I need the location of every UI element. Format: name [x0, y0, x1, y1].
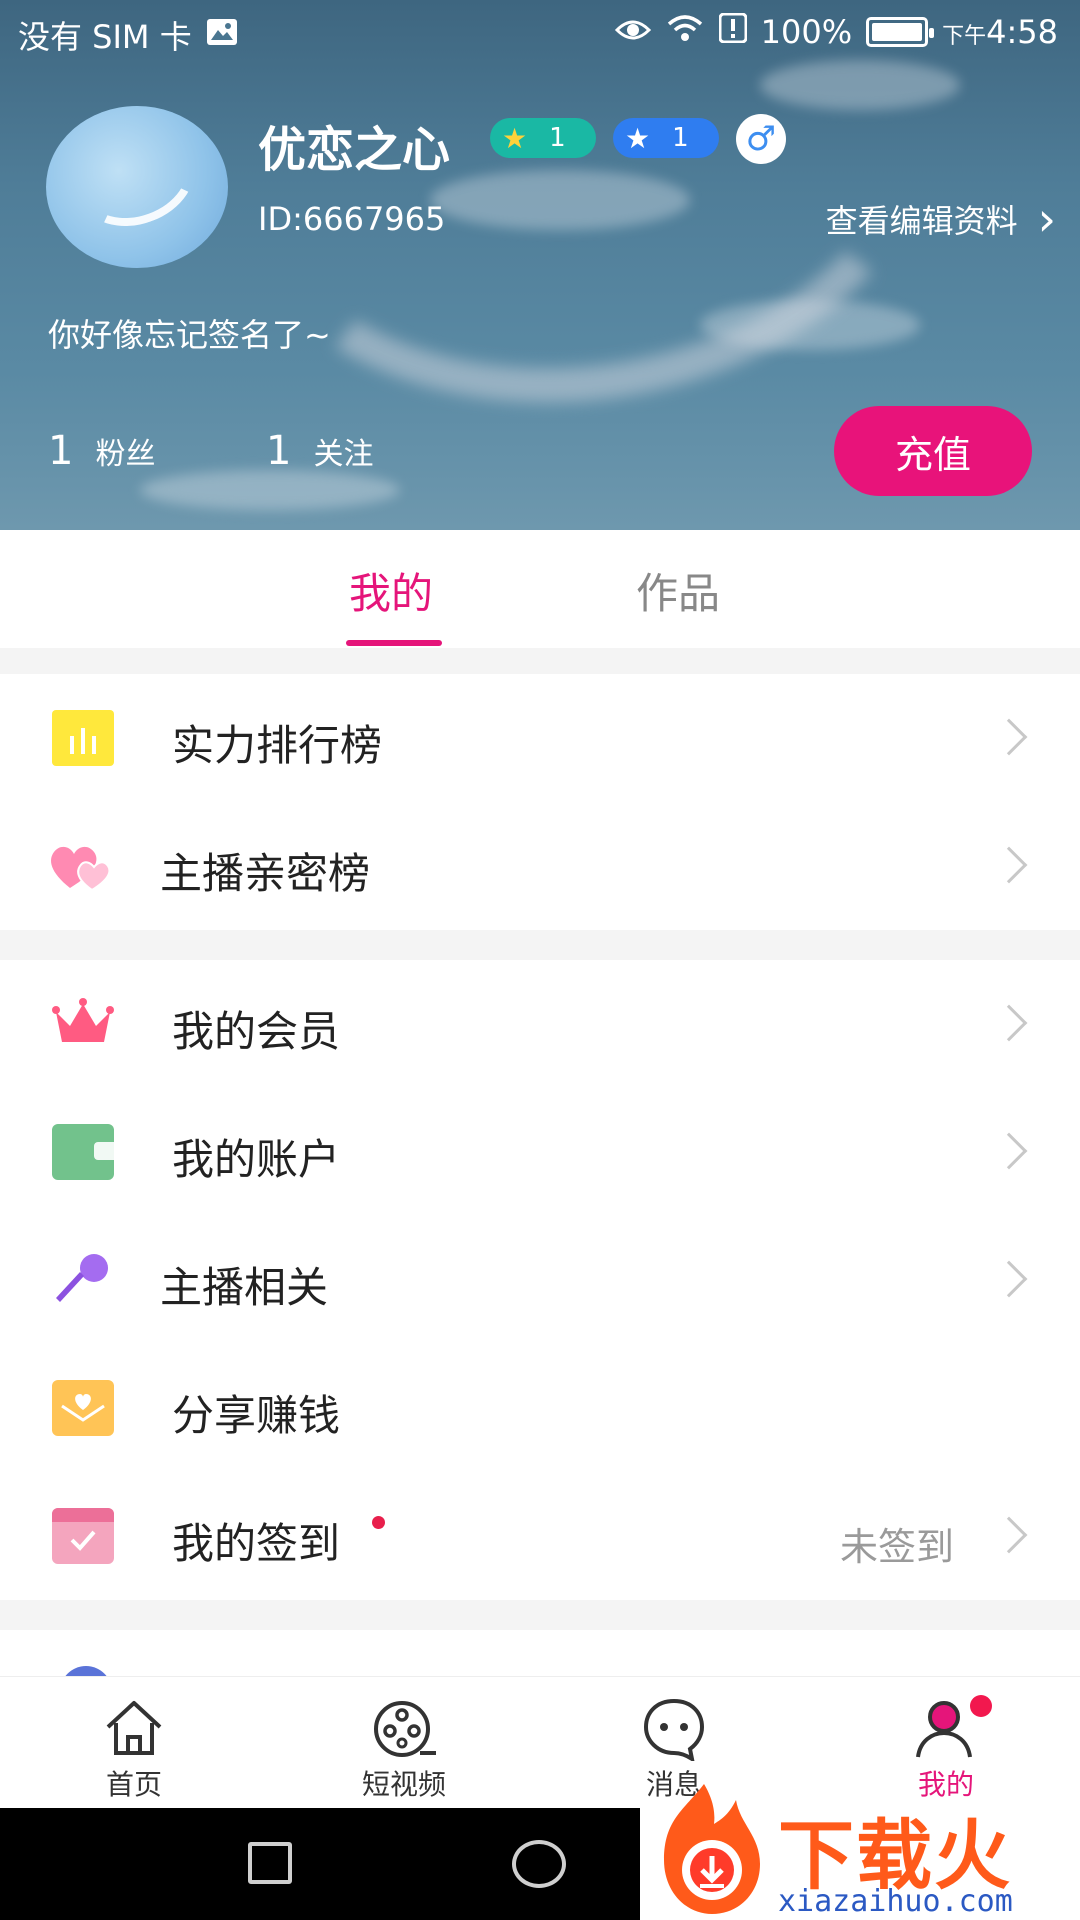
- list-item-label: 分享赚钱: [172, 1391, 341, 1440]
- help-icon: [60, 1666, 112, 1676]
- list-item-partial[interactable]: [0, 1630, 1080, 1676]
- nav-short-video-label: 短视频: [361, 1768, 446, 1801]
- nav-home[interactable]: 首页: [54, 1695, 214, 1803]
- profile-header: 没有 SIM 卡 100% 下午4:58 优恋之心 ★ 1 ★ 1 ♂ ID:6…: [0, 0, 1080, 530]
- fans-stat[interactable]: 1 粉丝: [48, 428, 155, 474]
- section-divider: [0, 1600, 1080, 1630]
- recents-button[interactable]: [248, 1842, 292, 1884]
- star-crown-icon: ★: [502, 121, 528, 155]
- home-icon: [106, 1701, 162, 1755]
- notification-dot: [970, 1695, 992, 1717]
- level-badge[interactable]: ★ 1: [490, 118, 596, 158]
- follow-stat[interactable]: 1 关注: [266, 428, 373, 474]
- list-item-label: 实力排行榜: [172, 721, 383, 770]
- tab-works[interactable]: 作品: [636, 560, 720, 621]
- list-item-my-membership[interactable]: 我的会员: [0, 960, 1080, 1088]
- list-item-label: 我的账户: [172, 1135, 341, 1184]
- status-bar: 没有 SIM 卡 100% 下午4:58: [0, 0, 1080, 64]
- list-item-label: 主播相关: [160, 1263, 329, 1312]
- list-item-power-ranking[interactable]: 实力排行榜: [0, 674, 1080, 802]
- edit-profile-link[interactable]: 查看编辑资料 ›: [826, 196, 1056, 242]
- level-badge-value: 1: [549, 123, 566, 153]
- bar-chart-icon: [52, 710, 114, 766]
- list-item-anchor-related[interactable]: 主播相关: [0, 1216, 1080, 1344]
- chat-bubble-icon: [643, 1698, 705, 1761]
- unread-dot: [372, 1516, 385, 1529]
- fans-count: 1: [48, 428, 74, 474]
- chevron-right-icon: [990, 846, 1028, 884]
- envelope-heart-icon: [52, 1380, 114, 1436]
- film-reel-icon: [374, 1701, 436, 1757]
- microphone-icon: [52, 1252, 114, 1308]
- chevron-right-icon: [990, 1004, 1028, 1042]
- section-divider: [0, 930, 1080, 960]
- list-item-my-checkin[interactable]: 我的签到 未签到: [0, 1472, 1080, 1600]
- clock-time: 4:58: [986, 13, 1058, 51]
- calendar-check-icon: [52, 1508, 114, 1564]
- fire-logo-icon: [664, 1784, 760, 1914]
- profile-tabs: 我的 作品: [0, 530, 1080, 648]
- crown-icon: [52, 996, 114, 1052]
- time-period: 下午: [942, 24, 987, 49]
- star-icon: ★: [625, 121, 651, 155]
- battery-icon: [866, 17, 935, 47]
- alert-icon: [718, 12, 748, 51]
- follow-count: 1: [266, 428, 292, 474]
- hearts-icon: [48, 838, 111, 894]
- nav-short-video[interactable]: 短视频: [324, 1695, 484, 1803]
- list-item-label: 主播亲密榜: [160, 849, 371, 898]
- edit-profile-label: 查看编辑资料: [825, 202, 1018, 240]
- list-item-intimacy-ranking[interactable]: 主播亲密榜: [0, 802, 1080, 930]
- active-tab-indicator: [346, 640, 442, 646]
- checkin-status: 未签到: [839, 1525, 954, 1569]
- chevron-right-icon: [990, 1132, 1028, 1170]
- chevron-right-icon: [990, 1260, 1028, 1298]
- wallet-icon: [52, 1124, 114, 1180]
- tab-mine[interactable]: 我的: [349, 560, 433, 621]
- chevron-right-icon: ›: [1037, 192, 1056, 246]
- list-item-my-account[interactable]: 我的账户: [0, 1088, 1080, 1216]
- wifi-icon: [665, 12, 705, 52]
- recharge-button[interactable]: 充值: [834, 406, 1032, 496]
- star-badge[interactable]: ★ 1: [613, 118, 719, 158]
- battery-percent: 100%: [760, 13, 853, 51]
- eye-icon: [614, 13, 651, 51]
- chevron-right-icon: [990, 1516, 1028, 1554]
- image-notification-icon: [206, 16, 238, 54]
- user-id: ID:6667965: [258, 200, 446, 238]
- nav-home-label: 首页: [105, 1768, 162, 1801]
- list-item-label: 我的会员: [172, 1007, 341, 1056]
- list-item-share-earn[interactable]: 分享赚钱: [0, 1344, 1080, 1472]
- signature-text[interactable]: 你好像忘记签名了~: [48, 310, 331, 356]
- watermark: 下载火 xiazaihuo.com: [638, 1780, 1080, 1920]
- home-button[interactable]: [512, 1840, 566, 1888]
- watermark-url: xiazaihuo.com: [778, 1884, 1013, 1919]
- avatar[interactable]: [46, 106, 228, 268]
- male-gender-icon: ♂: [736, 114, 786, 164]
- chevron-right-icon: [990, 718, 1028, 756]
- background-cloud: [140, 470, 400, 510]
- carrier-text: 没有 SIM 卡: [18, 18, 192, 56]
- follow-label: 关注: [313, 437, 374, 472]
- star-badge-value: 1: [672, 123, 689, 153]
- username: 优恋之心: [258, 122, 451, 178]
- list-item-label: 我的签到: [172, 1519, 341, 1568]
- fans-label: 粉丝: [95, 437, 156, 472]
- section-divider: [0, 648, 1080, 674]
